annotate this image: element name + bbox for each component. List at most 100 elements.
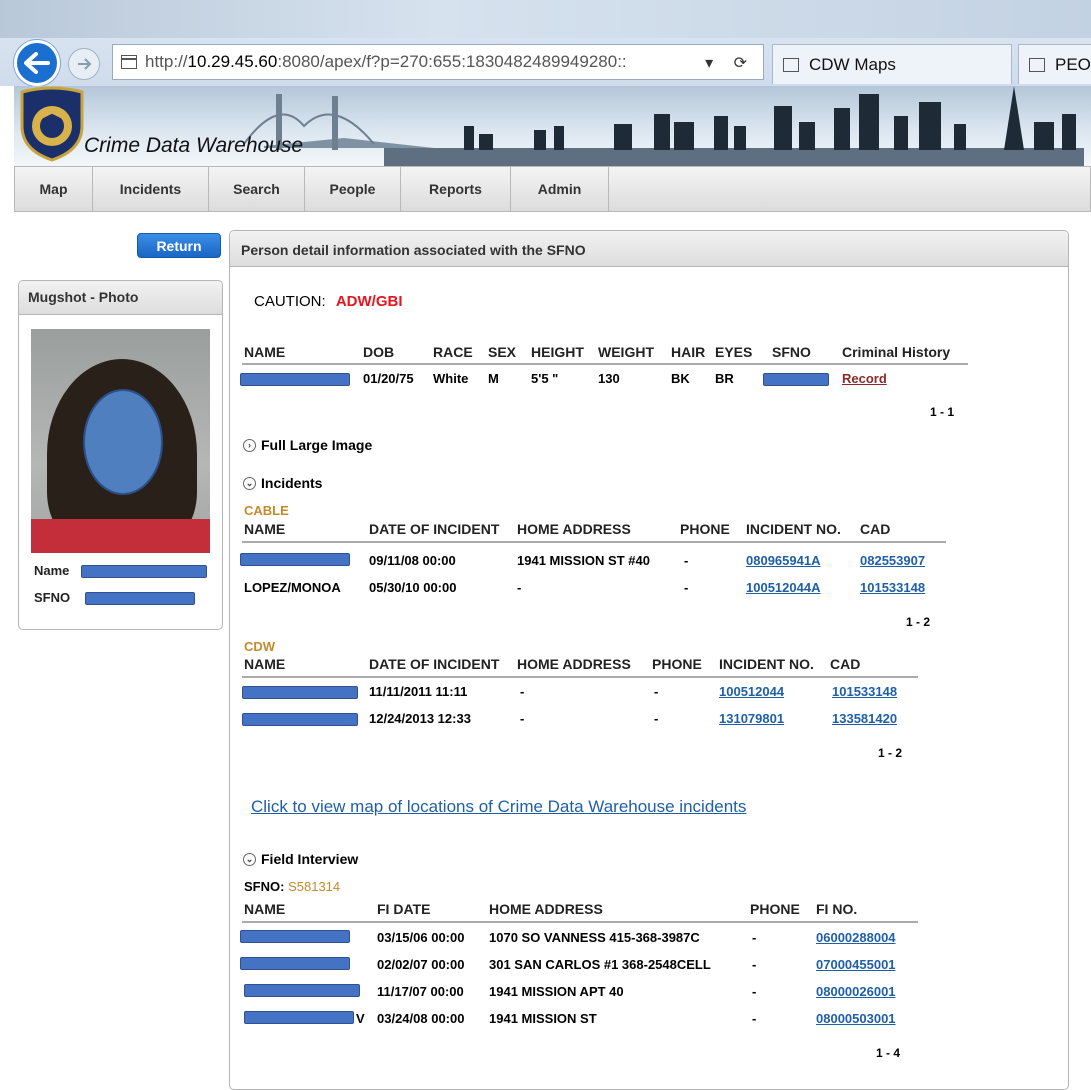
col-fi-date: FI DATE bbox=[377, 901, 431, 917]
cad-link[interactable]: 101533148 bbox=[832, 684, 897, 699]
name-redaction bbox=[240, 553, 350, 566]
cdw-label: CDW bbox=[244, 639, 276, 654]
divider bbox=[242, 541, 946, 543]
toggle-label: Incidents bbox=[261, 475, 323, 491]
person-height: 5'5 " bbox=[531, 371, 559, 386]
fi-phone: - bbox=[752, 930, 757, 945]
menu-search[interactable]: Search bbox=[209, 167, 305, 211]
caution-value: ADW/GBI bbox=[335, 293, 403, 310]
field-interview-toggle[interactable]: ⌄ Field Interview bbox=[243, 851, 358, 867]
cdw-phone: - bbox=[654, 684, 659, 699]
col-address: HOME ADDRESS bbox=[517, 656, 631, 672]
panel-title: Person detail information associated wit… bbox=[230, 231, 1068, 267]
fi-sfno: SFNO: S581314 bbox=[244, 879, 340, 894]
col-address: HOME ADDRESS bbox=[517, 521, 631, 537]
incident-link[interactable]: 131079801 bbox=[719, 711, 784, 726]
fi-pager: 1 - 4 bbox=[876, 1046, 901, 1060]
person-eyes: BR bbox=[715, 371, 734, 386]
page-icon bbox=[1029, 57, 1045, 72]
incident-link[interactable]: 100512044 bbox=[719, 684, 784, 699]
name-label: Name bbox=[34, 563, 70, 578]
cad-link[interactable]: 101533148 bbox=[860, 580, 925, 595]
col-eyes: EYES bbox=[715, 344, 753, 360]
mugshot-panel: Mugshot - Photo Name SFNO bbox=[18, 280, 223, 630]
address-bar[interactable]: http://10.29.45.60:8080/apex/f?p=270:655… bbox=[112, 44, 764, 80]
tab-cdw-maps[interactable]: CDW Maps bbox=[772, 44, 1012, 84]
fi-date: 03/15/06 00:00 bbox=[377, 930, 465, 945]
fi-phone: - bbox=[752, 984, 757, 999]
menu-people[interactable]: People bbox=[305, 167, 401, 211]
col-fi-no: FI NO. bbox=[816, 901, 858, 917]
url-text: http://10.29.45.60:8080/apex/f?p=270:655… bbox=[145, 52, 627, 71]
fi-no-link[interactable]: 08000026001 bbox=[816, 984, 896, 999]
menu-admin[interactable]: Admin bbox=[511, 167, 609, 211]
police-badge-logo bbox=[20, 86, 84, 162]
col-date: DATE OF INCIDENT bbox=[369, 521, 500, 537]
fi-phone: - bbox=[752, 957, 757, 972]
arrow-left-icon bbox=[24, 52, 50, 74]
name-redaction bbox=[240, 930, 350, 943]
person-pager: 1 - 1 bbox=[930, 405, 955, 419]
tab-label: CDW Maps bbox=[809, 54, 896, 74]
fi-date: 03/24/08 00:00 bbox=[377, 1011, 465, 1026]
fi-address: 1941 MISSION APT 40 bbox=[489, 984, 624, 999]
map-link[interactable]: Click to view map of locations of Crime … bbox=[251, 797, 746, 817]
sfno-redaction bbox=[763, 373, 829, 386]
toggle-label: Full Large Image bbox=[261, 437, 373, 453]
fi-no-link[interactable]: 06000288004 bbox=[816, 930, 896, 945]
col-address: HOME ADDRESS bbox=[489, 901, 603, 917]
col-sex: SEX bbox=[488, 344, 517, 360]
menu-map[interactable]: Map bbox=[15, 167, 93, 211]
person-dob: 01/20/75 bbox=[363, 371, 414, 386]
incident-link[interactable]: 080965941A bbox=[746, 553, 820, 568]
forward-button[interactable] bbox=[68, 48, 100, 80]
col-name: NAME bbox=[244, 901, 286, 917]
fi-address: 1070 SO VANNESS 415-368-3987C bbox=[489, 930, 700, 945]
record-link[interactable]: Record bbox=[842, 371, 887, 386]
cdw-address: - bbox=[520, 684, 525, 699]
col-hair: HAIR bbox=[671, 344, 706, 360]
fi-no-link[interactable]: 08000503001 bbox=[816, 1011, 896, 1026]
fi-no-link[interactable]: 07000455001 bbox=[816, 957, 896, 972]
toggle-label: Field Interview bbox=[261, 851, 359, 867]
site-banner: Crime Data Warehouse bbox=[14, 86, 1091, 166]
refresh-icon[interactable]: ▾ ⟳ bbox=[705, 53, 755, 73]
name-redaction bbox=[240, 373, 350, 386]
fi-address: 301 SAN CARLOS #1 368-2548CELL bbox=[489, 957, 711, 972]
cad-link[interactable]: 133581420 bbox=[832, 711, 897, 726]
cdw-pager: 1 - 2 bbox=[878, 746, 903, 760]
menu-reports[interactable]: Reports bbox=[401, 167, 511, 211]
col-dob: DOB bbox=[363, 344, 395, 360]
cable-address: 1941 MISSION ST #40 bbox=[517, 553, 650, 568]
chevron-right-icon: › bbox=[243, 438, 256, 452]
fi-sfno-label: SFNO: bbox=[244, 879, 285, 894]
back-button[interactable] bbox=[14, 40, 60, 86]
col-sfno: SFNO bbox=[772, 344, 811, 360]
cad-link[interactable]: 082553907 bbox=[860, 553, 925, 568]
menu-incidents[interactable]: Incidents bbox=[93, 167, 209, 211]
person-sex: M bbox=[488, 371, 499, 386]
chevron-down-icon: ⌄ bbox=[243, 476, 256, 490]
tab-peo[interactable]: PEO bbox=[1018, 44, 1091, 84]
cable-pager: 1 - 2 bbox=[906, 615, 931, 629]
cable-phone: - bbox=[684, 580, 689, 595]
incident-link[interactable]: 100512044A bbox=[746, 580, 820, 595]
return-button[interactable]: Return bbox=[137, 233, 221, 258]
cable-phone: - bbox=[684, 553, 689, 568]
photo-shirt bbox=[31, 519, 210, 553]
col-incident-no: INCIDENT NO. bbox=[719, 656, 814, 672]
cable-date: 09/11/08 00:00 bbox=[369, 553, 456, 568]
chevron-down-icon: ⌄ bbox=[243, 852, 256, 866]
name-redaction bbox=[244, 1011, 354, 1024]
person-weight: 130 bbox=[598, 371, 620, 386]
mugshot-photo[interactable] bbox=[31, 329, 210, 553]
incidents-toggle[interactable]: ⌄ Incidents bbox=[243, 475, 322, 491]
cable-address: - bbox=[517, 580, 522, 595]
name-redaction bbox=[244, 984, 360, 997]
person-hair: BK bbox=[671, 371, 690, 386]
tab-label: PEO bbox=[1055, 54, 1091, 74]
full-image-toggle[interactable]: › Full Large Image bbox=[243, 437, 372, 453]
person-detail-panel: Person detail information associated wit… bbox=[229, 230, 1069, 1090]
col-cad: CAD bbox=[830, 656, 861, 672]
fi-date: 11/17/07 00:00 bbox=[377, 984, 464, 999]
